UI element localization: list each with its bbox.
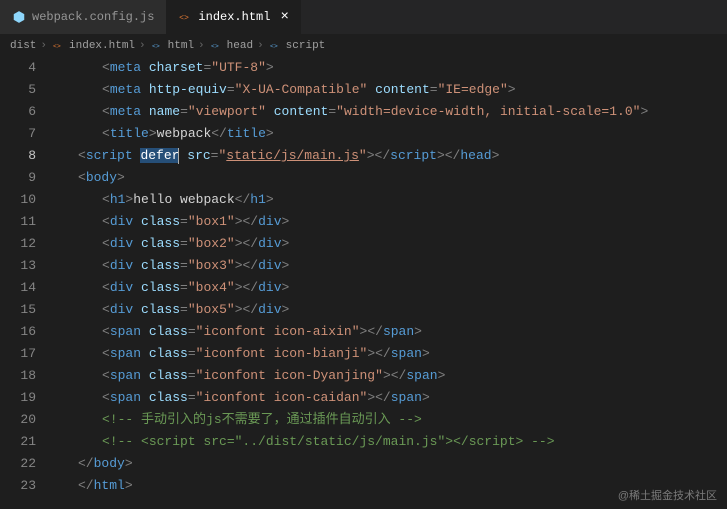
code-line: <span class="iconfont icon-bianji"></spa… [54, 343, 727, 365]
code-editor[interactable]: 4567891011121314151617181920212223 <meta… [0, 57, 727, 509]
breadcrumb-item[interactable]: head [227, 40, 253, 52]
chevron-right-icon: › [257, 40, 264, 52]
code-line: <div class="box5"></div> [54, 299, 727, 321]
breadcrumb-item[interactable]: index.html [69, 40, 135, 52]
line-number: 23 [0, 475, 36, 497]
code-line: <h1>hello webpack</h1> [54, 189, 727, 211]
code-line: <meta charset="UTF-8"> [54, 57, 727, 79]
code-line: <span class="iconfont icon-Dyanjing"></s… [54, 365, 727, 387]
code-line: <body> [54, 167, 727, 189]
line-number: 7 [0, 123, 36, 145]
code-line: <!-- 手动引入的js不需要了，通过插件自动引入 --> [54, 409, 727, 431]
code-line: </body> [54, 453, 727, 475]
svg-text:<>: <> [270, 43, 278, 50]
code-line: <div class="box1"></div> [54, 211, 727, 233]
breadcrumb-item[interactable]: script [286, 40, 326, 52]
breadcrumb[interactable]: dist › <> index.html › <> html › <> head… [0, 35, 727, 57]
code-content[interactable]: <meta charset="UTF-8"> <meta http-equiv=… [50, 57, 727, 509]
line-number: 14 [0, 277, 36, 299]
code-line: <div class="box2"></div> [54, 233, 727, 255]
line-number: 21 [0, 431, 36, 453]
breadcrumb-item[interactable]: html [168, 40, 194, 52]
breadcrumb-item[interactable]: dist [10, 40, 36, 52]
webpack-icon [12, 10, 26, 24]
tab-index-html[interactable]: <> index.html × [166, 0, 300, 34]
line-number: 16 [0, 321, 36, 343]
line-number: 11 [0, 211, 36, 233]
line-number: 13 [0, 255, 36, 277]
tab-label: webpack.config.js [32, 10, 154, 24]
line-number: 19 [0, 387, 36, 409]
svg-text:<>: <> [211, 43, 219, 50]
code-icon: <> [150, 39, 164, 53]
code-line: <span class="iconfont icon-aixin"></span… [54, 321, 727, 343]
line-number: 5 [0, 79, 36, 101]
line-number: 8 [0, 145, 36, 167]
text-cursor [178, 148, 179, 164]
line-number: 17 [0, 343, 36, 365]
code-line: <meta http-equiv="X-UA-Compatible" conte… [54, 79, 727, 101]
line-number: 20 [0, 409, 36, 431]
line-number: 22 [0, 453, 36, 475]
chevron-right-icon: › [198, 40, 205, 52]
line-number: 10 [0, 189, 36, 211]
close-icon[interactable]: × [280, 9, 288, 25]
code-icon: <> [209, 39, 223, 53]
svg-text:<>: <> [152, 43, 160, 50]
line-number: 4 [0, 57, 36, 79]
code-line: <div class="box3"></div> [54, 255, 727, 277]
tab-label: index.html [198, 10, 270, 24]
code-line: <!-- <script src="../dist/static/js/main… [54, 431, 727, 453]
chevron-right-icon: › [139, 40, 146, 52]
chevron-right-icon: › [40, 40, 47, 52]
html-icon: <> [51, 39, 65, 53]
code-line: <meta name="viewport" content="width=dev… [54, 101, 727, 123]
svg-text:<>: <> [180, 14, 190, 23]
watermark: @稀土掘金技术社区 [618, 487, 717, 503]
line-number-gutter: 4567891011121314151617181920212223 [0, 57, 50, 509]
code-line: <script defer src="static/js/main.js"></… [54, 145, 727, 167]
html-icon: <> [178, 10, 192, 24]
line-number: 12 [0, 233, 36, 255]
line-number: 9 [0, 167, 36, 189]
line-number: 15 [0, 299, 36, 321]
tab-webpack-config[interactable]: webpack.config.js [0, 0, 166, 34]
code-icon: <> [268, 39, 282, 53]
editor-tabs: webpack.config.js <> index.html × [0, 0, 727, 35]
svg-text:<>: <> [53, 43, 61, 50]
code-line: <span class="iconfont icon-caidan"></spa… [54, 387, 727, 409]
line-number: 18 [0, 365, 36, 387]
line-number: 6 [0, 101, 36, 123]
code-line: <div class="box4"></div> [54, 277, 727, 299]
code-line: <title>webpack</title> [54, 123, 727, 145]
